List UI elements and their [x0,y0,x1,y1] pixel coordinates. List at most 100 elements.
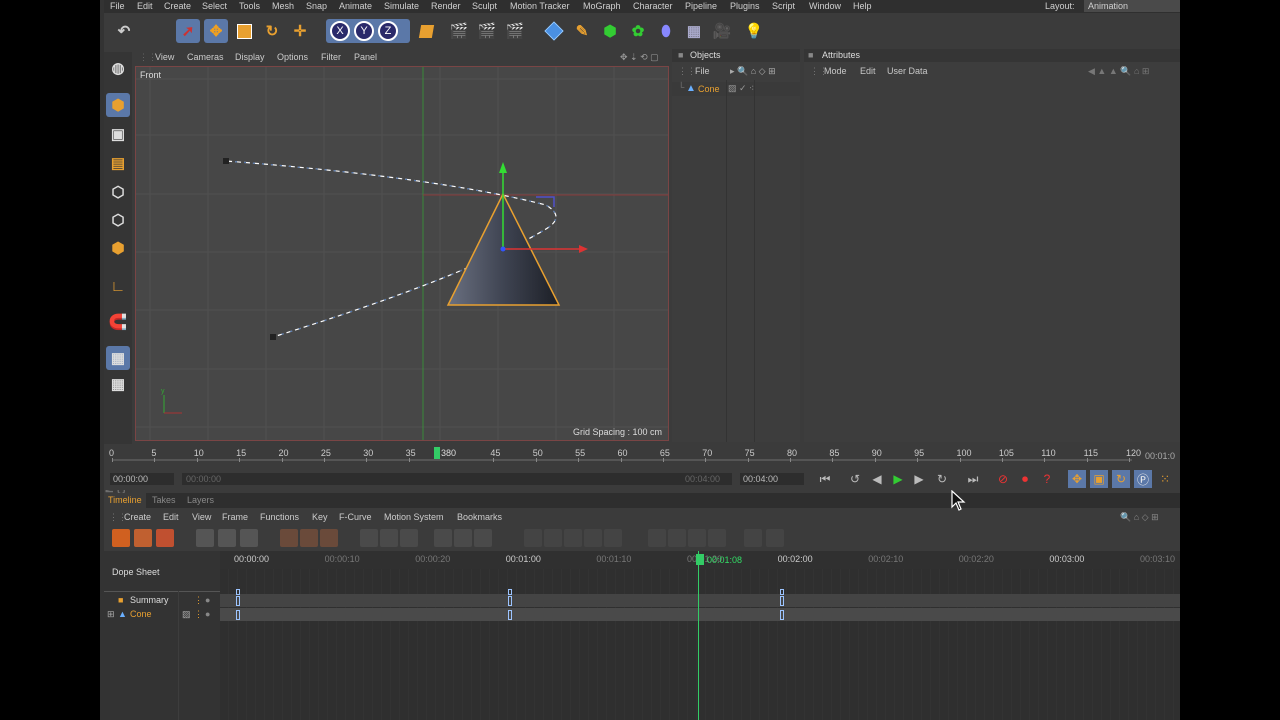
go-to-start-icon[interactable]: ⏮ [816,470,834,488]
step-icon[interactable] [380,529,398,547]
dope-sheet-mode-icon[interactable] [112,529,130,547]
tangent-2-icon[interactable] [544,529,562,547]
menu-create[interactable]: Create [164,0,191,13]
menu-render[interactable]: Render [431,0,461,13]
keyframe[interactable] [507,610,512,620]
timeline-menu-key[interactable]: Key [312,512,328,522]
rotate-tool-icon[interactable]: ↻ [260,19,284,43]
menu-snap[interactable]: Snap [306,0,327,13]
keyframe-selection-icon[interactable]: ? [1038,470,1056,488]
timeline-nav-icons[interactable]: 🔍 ⌂ ◇ ⊞ [1120,512,1159,523]
range-slider[interactable]: 00:00:00 00:04:00 [182,473,732,485]
menu-mograph[interactable]: MoGraph [583,0,621,13]
track-row-cone[interactable]: ⊞ ▲ Cone ▨ ⋮ ● [104,608,220,621]
expand-icon[interactable]: ⊞ [107,608,115,621]
points-mode-icon[interactable]: ⬡ [106,180,130,204]
record-active-objects-icon[interactable]: ⊘ [994,470,1012,488]
make-editable-icon[interactable]: ◍ [106,56,130,80]
motion-mode-icon[interactable] [156,529,174,547]
path-key-end[interactable] [270,334,276,340]
floor-icon[interactable]: ▦ [682,19,706,43]
record-parameter-icon[interactable]: Ⓟ [1134,470,1152,488]
summary-track[interactable] [220,594,1180,607]
fcurve-mode-icon[interactable] [134,529,152,547]
attributes-menu-edit[interactable]: Edit [860,64,876,78]
clamp-3-icon[interactable] [688,529,706,547]
z-axis-icon[interactable]: Z [378,21,398,41]
frame-selected-icon[interactable] [218,529,236,547]
keyframe[interactable] [236,610,240,620]
deformer-icon[interactable]: ⬮ [654,19,678,43]
linear-icon[interactable] [360,529,378,547]
viewport-menu-display[interactable]: Display [235,52,265,62]
render-view-icon[interactable]: 🎬 [447,19,471,43]
track-dot-icon[interactable]: ● [205,608,210,621]
menu-motion-tracker[interactable]: Motion Tracker [510,0,570,13]
delete-key-icon[interactable] [320,529,338,547]
timeline-menu-fcurve[interactable]: F-Curve [339,512,372,522]
menu-plugins[interactable]: Plugins [730,0,760,13]
previous-frame-icon[interactable]: ◀ [868,470,886,488]
scale-tool-icon[interactable] [232,19,256,43]
menu-help[interactable]: Help [853,0,872,13]
dope-sheet-tracks[interactable]: 00:00:00 00:00:10 00:00:20 00:01:00 00:01:10… [220,551,1180,720]
keyframe[interactable] [779,596,784,606]
timeline-menu-frame[interactable]: Frame [222,512,248,522]
spline-icon[interactable] [400,529,418,547]
record-scale-icon[interactable]: ▣ [1090,470,1108,488]
attributes-menu-user-data[interactable]: User Data [887,64,928,78]
cone-track[interactable] [220,608,1180,621]
autokeying-icon[interactable]: ⏺ [1016,470,1034,488]
light-icon[interactable]: 💡 [742,19,766,43]
move-tool-icon[interactable]: ✥ [204,19,228,43]
menu-window[interactable]: Window [809,0,841,13]
viewport-menu-filter[interactable]: Filter [321,52,341,62]
keyframe-summary-top[interactable] [779,589,784,595]
subdivision-icon[interactable]: ⬢ [598,19,622,43]
clamp-4-icon[interactable] [708,529,726,547]
clamp-2-icon[interactable] [668,529,686,547]
texture-mode-icon[interactable]: ▣ [106,122,130,146]
tangent-3-icon[interactable] [564,529,582,547]
previous-key-icon[interactable]: ↺ [846,470,864,488]
object-row-cone[interactable]: └ ▲ Cone ▨ ✓ ⁖ [672,82,800,96]
extra-1-icon[interactable] [744,529,762,547]
object-name[interactable]: Cone [698,84,720,94]
tangent-5-icon[interactable] [604,529,622,547]
timeline-menu-view[interactable]: View [192,512,211,522]
track-options-icon[interactable]: ⋮ [194,594,203,607]
add-key-2-icon[interactable] [300,529,318,547]
axis-mode-icon[interactable]: ∟ [106,274,130,298]
timeline-menu-bookmarks[interactable]: Bookmarks [457,512,502,522]
undo-icon[interactable]: ↶ [112,19,136,43]
ease-ease-icon[interactable] [474,529,492,547]
timeline-menu-edit[interactable]: Edit [163,512,179,522]
frame-all-icon[interactable] [196,529,214,547]
dope-playhead-handle[interactable] [696,554,704,565]
keyframe-summary-top[interactable] [236,589,240,595]
render-picture-viewer-icon[interactable]: 🎬 [475,19,499,43]
menu-mesh[interactable]: Mesh [272,0,294,13]
dope-playhead[interactable] [698,551,699,720]
front-viewport[interactable]: y Front Grid Spacing : 100 cm [135,66,669,441]
keyframe[interactable] [779,610,784,620]
tab-layers[interactable]: Layers [183,493,218,508]
keyframe-summary-top[interactable] [507,589,512,595]
planar-workplane-icon[interactable]: ▦ [106,372,130,396]
timeline-menu-create[interactable]: Create [124,512,151,522]
cloner-icon[interactable]: ✿ [626,19,650,43]
transform-tool-icon[interactable]: ✛ [288,19,312,43]
record-rotation-icon[interactable]: ↻ [1112,470,1130,488]
objects-toolbar-icons[interactable]: ▸ 🔍 ⌂ ◇ ⊞ [730,64,776,78]
tangent-1-icon[interactable] [524,529,542,547]
go-to-end-icon[interactable]: ⏭ [964,470,982,488]
timeline-menu-motion-system[interactable]: Motion System [384,512,444,522]
track-dot-icon[interactable]: ● [205,594,210,607]
timeline-menu-functions[interactable]: Functions [260,512,299,522]
menu-edit[interactable]: Edit [137,0,153,13]
viewport-menu-cameras[interactable]: Cameras [187,52,224,62]
edges-mode-icon[interactable]: ⬡ [106,208,130,232]
tab-takes[interactable]: Takes [148,493,180,508]
menu-sculpt[interactable]: Sculpt [472,0,497,13]
menu-script[interactable]: Script [772,0,795,13]
